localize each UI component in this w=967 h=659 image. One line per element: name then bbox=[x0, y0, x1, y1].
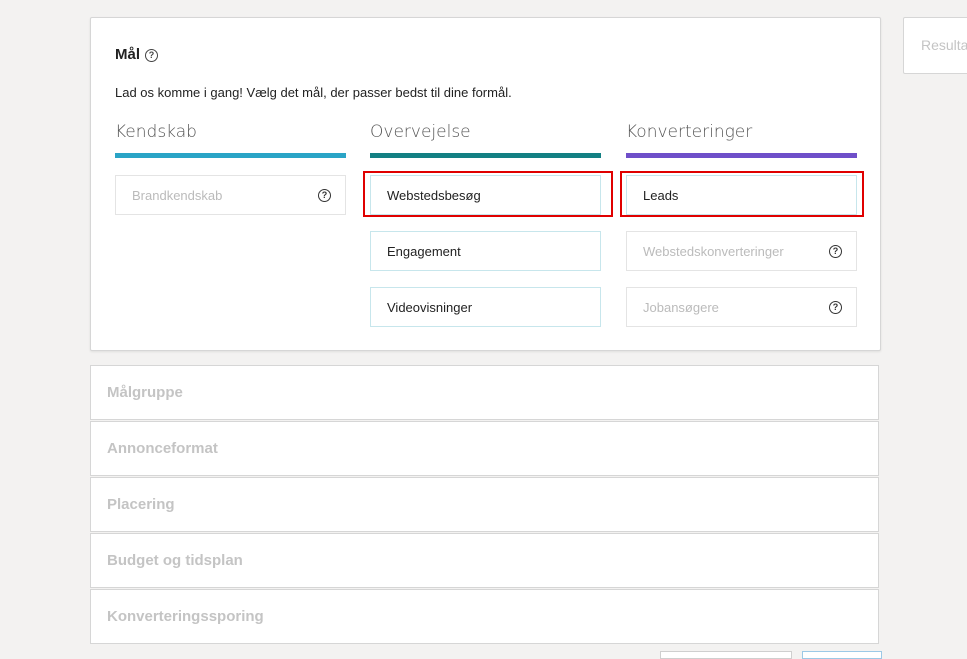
option-label: Brandkendskab bbox=[132, 187, 223, 203]
option-label: Webstedskonverteringer bbox=[643, 243, 784, 259]
option-label: Videovisninger bbox=[387, 299, 473, 315]
option-webstedskonverteringer[interactable]: Webstedskonverteringer ? bbox=[626, 231, 857, 271]
column-heading: Konverteringer bbox=[626, 122, 753, 142]
results-panel: Resultat bbox=[903, 17, 967, 74]
section-placering[interactable]: Placering bbox=[90, 477, 879, 532]
help-icon[interactable]: ? bbox=[145, 49, 159, 62]
column-heading: Overvejelse bbox=[370, 122, 471, 142]
option-brandkendskab[interactable]: Brandkendskab ? bbox=[115, 175, 346, 215]
section-title: Konverteringssporing bbox=[107, 608, 264, 625]
goal-title-text: Mål bbox=[115, 46, 141, 63]
section-title: Budget og tidsplan bbox=[107, 552, 243, 569]
section-malgruppe[interactable]: Målgruppe bbox=[90, 365, 879, 420]
column-kendskab: Kendskab Brandkendskab ? bbox=[115, 122, 346, 215]
column-konverteringer: Konverteringer Leads Webstedskonverterin… bbox=[626, 122, 857, 327]
column-color-bar bbox=[626, 153, 857, 158]
column-overvejelse: Overvejelse Webstedsbesøg Engagement Vid… bbox=[370, 122, 601, 327]
footer-button-primary[interactable] bbox=[802, 651, 882, 659]
column-color-bar bbox=[115, 153, 346, 158]
option-jobansogere[interactable]: Jobansøgere ? bbox=[626, 287, 857, 327]
highlight-box-leads bbox=[620, 171, 864, 217]
section-title: Placering bbox=[107, 496, 175, 513]
section-title: Målgruppe bbox=[107, 384, 183, 401]
section-annonceformat[interactable]: Annonceformat bbox=[90, 421, 879, 476]
help-icon[interactable]: ? bbox=[318, 188, 331, 202]
goal-subtitle: Lad os komme i gang! Vælg det mål, der p… bbox=[115, 85, 512, 100]
option-label: Engagement bbox=[387, 243, 461, 259]
help-icon[interactable]: ? bbox=[829, 244, 842, 258]
goal-title: Mål ? bbox=[115, 46, 159, 63]
option-label: Jobansøgere bbox=[643, 299, 719, 315]
highlight-box-webstedsbesog bbox=[363, 171, 613, 217]
option-videovisninger[interactable]: Videovisninger bbox=[370, 287, 601, 327]
footer-button-secondary[interactable] bbox=[660, 651, 792, 659]
column-color-bar bbox=[370, 153, 601, 158]
results-title: Resultat bbox=[921, 37, 967, 53]
section-konverteringssporing[interactable]: Konverteringssporing bbox=[90, 589, 879, 644]
section-title: Annonceformat bbox=[107, 440, 218, 457]
section-budget[interactable]: Budget og tidsplan bbox=[90, 533, 879, 588]
option-engagement[interactable]: Engagement bbox=[370, 231, 601, 271]
column-heading: Kendskab bbox=[115, 122, 197, 142]
help-icon[interactable]: ? bbox=[829, 300, 842, 314]
